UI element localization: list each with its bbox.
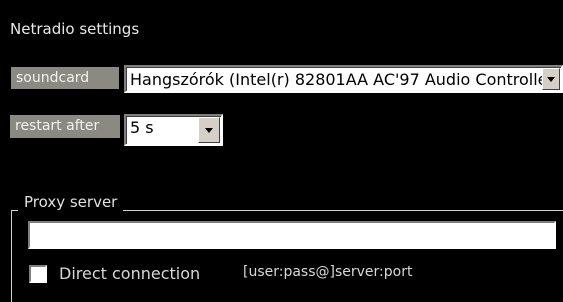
panel-title: Netradio settings bbox=[10, 20, 140, 38]
settings-panel: Netradio settings soundcard Hangszórók (… bbox=[0, 0, 563, 302]
soundcard-select[interactable]: Hangszórók (Intel(r) 82801AA AC'97 Audio… bbox=[124, 65, 563, 93]
restart-after-selected-value: 5 s bbox=[130, 118, 154, 137]
soundcard-selected-value: Hangszórók (Intel(r) 82801AA AC'97 Audio… bbox=[130, 70, 548, 89]
proxy-format-hint: [user:pass@]server:port bbox=[243, 264, 413, 280]
proxy-server-group-title: Proxy server bbox=[18, 192, 124, 212]
chevron-down-icon bbox=[205, 128, 213, 133]
chevron-down-icon bbox=[547, 77, 555, 82]
proxy-server-input[interactable] bbox=[28, 221, 556, 249]
direct-connection-label[interactable]: Direct connection bbox=[59, 264, 200, 283]
soundcard-dropdown-button[interactable] bbox=[542, 68, 560, 90]
soundcard-label: soundcard bbox=[11, 67, 119, 89]
direct-connection-checkbox[interactable] bbox=[29, 265, 47, 283]
restart-after-select[interactable]: 5 s bbox=[124, 114, 223, 146]
restart-after-label: restart after bbox=[10, 115, 120, 138]
restart-after-dropdown-button[interactable] bbox=[198, 117, 220, 143]
